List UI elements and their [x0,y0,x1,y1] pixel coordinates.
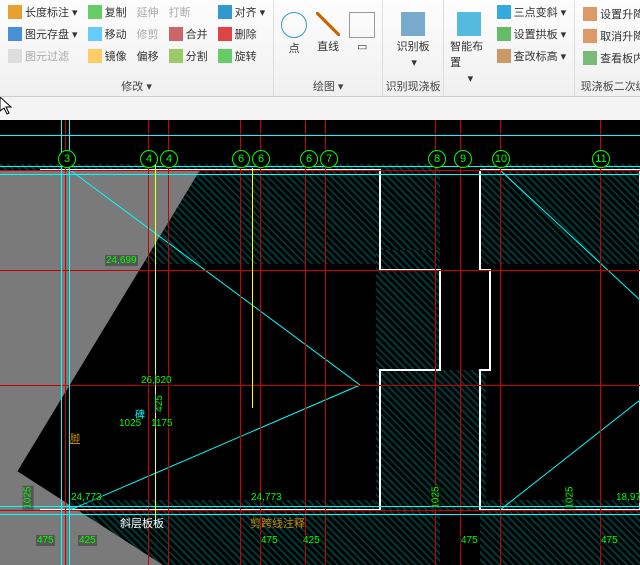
axis-6b: 6 [252,150,270,168]
dim-8: 475 [460,535,479,546]
dim-17: 1025 [565,485,576,509]
length-dim[interactable]: 长度标注 ▾ [6,2,80,22]
dim-4: 24,773 [250,492,283,503]
dim-1: 24,699 [105,255,138,266]
axis-4b: 4 [160,150,178,168]
note-label: 剪跨线注释 [250,515,305,531]
rect-tool[interactable]: ▭ [348,8,376,56]
mark-label: 碑 [135,406,145,421]
dim-15: 425 [302,535,321,546]
break-btn: 打断 [167,2,210,22]
trim-btn: 修剪 [135,24,161,44]
axis-6a: 6 [232,150,250,168]
dim-7: 475 [260,535,279,546]
filter-elem: 图元过滤 [6,46,80,66]
merge-btn[interactable]: 合并 [167,24,210,44]
axis-9: 9 [454,150,472,168]
axis-10: 10 [492,150,510,168]
set-arch[interactable]: 设置拱板 ▾ [495,24,569,44]
rotate-btn[interactable]: 旋转 [216,46,268,66]
recog-group-label: 识别现浇板 [383,78,443,94]
delete-btn[interactable]: 删除 [216,24,268,44]
dim-14: 425 [78,535,97,546]
axis-4a: 4 [140,150,158,168]
mirror-btn[interactable]: 镜像 [86,46,129,66]
dim-5: 18,973 [615,492,640,503]
view-rebar[interactable]: 查看板内钢 [581,48,640,68]
dim-16: 1025 [431,485,442,509]
axis-7: 7 [320,150,338,168]
edit-group-label: 现浇板二次编辑 [575,78,640,94]
modify-group-label[interactable]: 修改 ▾ [0,78,273,94]
dim-6: 475 [36,535,55,546]
drawing-canvas[interactable]: 3 4 4 6 6 6 7 8 9 10 11 24,699 26,620 24… [0,120,640,565]
line-tool[interactable]: 直线 [314,8,342,56]
point-tool[interactable]: 点 [280,8,308,56]
axis-6c: 6 [300,150,318,168]
check-elev[interactable]: 查改标高 ▾ [495,46,569,66]
smart-layout[interactable]: 智能布置▾ [450,2,488,85]
dim-10: 1025 [23,485,34,509]
dim-13: 425 [154,394,165,413]
slab-label: 斜层板板 [120,515,164,531]
dim-2: 26,620 [140,375,173,386]
dim-3: 24,773 [70,492,103,503]
orange-label: 脚 [70,430,80,445]
copy-btn[interactable]: 复制 [86,2,129,22]
move-btn[interactable]: 移动 [86,24,129,44]
extend-btn: 延伸 [135,2,161,22]
dim-12: 1175 [150,418,174,429]
axis-8: 8 [428,150,446,168]
offset-btn[interactable]: 偏移 [135,46,161,66]
cancel-raise[interactable]: 取消升降板 [581,26,640,46]
three-point-slope[interactable]: 三点变斜 ▾ [495,2,569,22]
align-btn[interactable]: 对齐 ▾ [216,2,268,22]
recognize-slab[interactable]: 识别板▾ [389,2,437,69]
save-elem[interactable]: 图元存盘 ▾ [6,24,80,44]
set-raise[interactable]: 设置升降板 [581,4,640,24]
dim-9: 475 [600,535,619,546]
draw-group-label[interactable]: 绘图 ▾ [274,78,382,94]
axis-11: 11 [592,150,610,168]
axis-3: 3 [58,150,76,168]
split-btn[interactable]: 分割 [167,46,210,66]
cursor-icon [0,97,16,117]
